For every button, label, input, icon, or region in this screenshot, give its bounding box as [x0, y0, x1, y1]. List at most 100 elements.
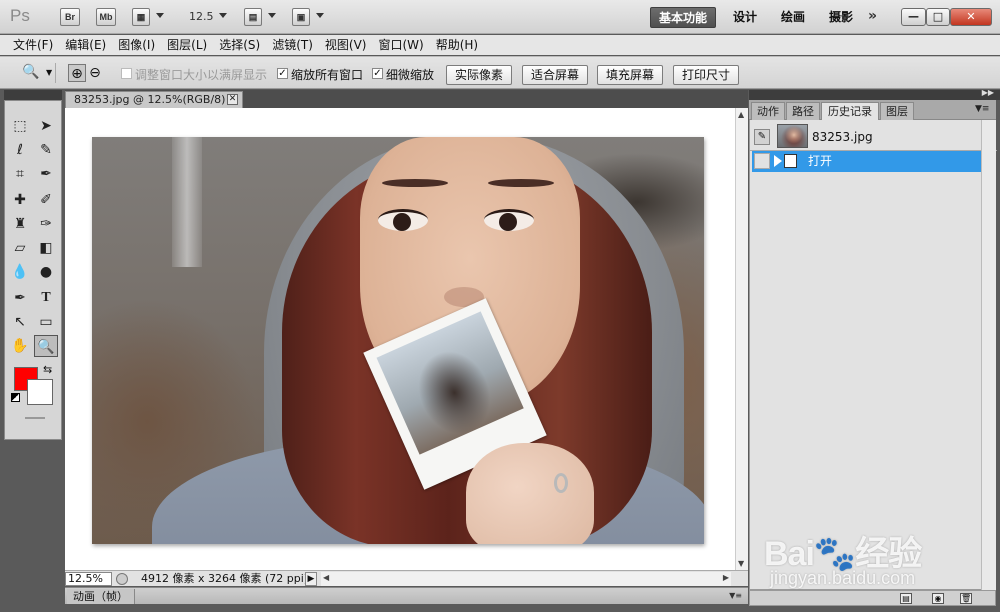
zoom-all-windows-checkbox[interactable]: ✓ [277, 68, 288, 79]
quick-mask-icon[interactable] [25, 417, 45, 419]
gradient-tool-icon[interactable]: ◧ [34, 237, 58, 259]
fill-screen-button[interactable]: 填充屏幕 [597, 65, 663, 85]
arrange-documents-icon[interactable]: ▤ [244, 8, 262, 26]
menu-select[interactable]: 选择(S) [213, 35, 266, 55]
eyedropper-tool-icon[interactable]: ✒ [34, 163, 58, 185]
history-panel-footer: ▤ ◉ 🗑 [749, 590, 996, 606]
application-bar: Ps Br Mb ▦ 12.5 ▤ ▣ 基本功能 设计 绘画 摄影 » — □ … [0, 0, 1000, 34]
menu-file[interactable]: 文件(F) [7, 35, 59, 55]
crop-tool-icon[interactable]: ⌗ [8, 163, 32, 185]
background-color-swatch[interactable] [27, 379, 53, 405]
view-extras-icon[interactable]: ▦ [132, 8, 150, 26]
path-selection-tool-icon[interactable]: ↖ [8, 311, 32, 333]
menu-edit[interactable]: 编辑(E) [59, 35, 112, 55]
shape-tool-icon[interactable]: ▭ [34, 311, 58, 333]
snapshot-thumbnail [777, 124, 808, 148]
status-bar: 12.5% 4912 像素 x 3264 像素 (72 ppi) ▶ ◀ ▶ [65, 570, 748, 586]
screen-mode-icon[interactable]: ▣ [292, 8, 310, 26]
document-tab[interactable]: 83253.jpg @ 12.5%(RGB/8) ✕ [65, 91, 243, 108]
menu-view[interactable]: 视图(V) [319, 35, 373, 55]
type-tool-icon[interactable]: T [34, 287, 58, 309]
launch-minibridge-button[interactable]: Mb [96, 8, 116, 26]
healing-brush-tool-icon[interactable]: ✚ [8, 189, 32, 211]
zoom-in-icon[interactable]: ⊕ [68, 64, 86, 82]
panel-dock-header[interactable]: ▶▶ [749, 88, 1000, 100]
history-snapshot[interactable]: ✎ 83253.jpg [750, 124, 997, 150]
tool-preset-picker[interactable]: 🔍 ▼ [8, 63, 56, 83]
vertical-scrollbar[interactable]: ▲ ▼ [735, 108, 748, 570]
clone-stamp-tool-icon[interactable]: ♜ [8, 213, 32, 235]
history-brush-tool-icon[interactable]: ✑ [34, 213, 58, 235]
workspace-design[interactable]: 设计 [726, 7, 764, 28]
maximize-button[interactable]: □ [926, 8, 950, 26]
default-colors-icon[interactable] [11, 393, 20, 402]
lasso-tool-icon[interactable]: ℓ [8, 139, 32, 161]
animation-panel-bar: 动画（帧） ▼≡ [65, 587, 748, 604]
workspace-essentials[interactable]: 基本功能 [650, 7, 716, 28]
print-size-button[interactable]: 打印尺寸 [673, 65, 739, 85]
tools-panel-header[interactable] [4, 90, 62, 100]
status-menu-icon[interactable]: ▶ [305, 572, 317, 586]
tab-layers[interactable]: 图层 [880, 102, 914, 120]
close-button[interactable]: ✕ [950, 8, 992, 26]
status-zoom-field[interactable]: 12.5% [65, 572, 112, 586]
pen-tool-icon[interactable]: ✒ [8, 287, 32, 309]
horizontal-scrollbar[interactable]: ◀ ▶ [321, 572, 731, 586]
menu-help[interactable]: 帮助(H) [430, 35, 484, 55]
document-tab-title: 83253.jpg @ 12.5%(RGB/8) [74, 93, 226, 106]
history-source-checkbox[interactable] [754, 153, 770, 169]
eraser-tool-icon[interactable]: ▱ [8, 237, 32, 259]
actual-pixels-button[interactable]: 实际像素 [446, 65, 512, 85]
scroll-left-icon[interactable]: ◀ [323, 573, 329, 582]
scroll-up-icon[interactable]: ▲ [738, 110, 744, 119]
resize-windows-checkbox[interactable] [121, 68, 132, 79]
swap-colors-icon[interactable]: ⇆ [43, 363, 52, 376]
menu-window[interactable]: 窗口(W) [372, 35, 429, 55]
panel-tabs: 动作 路径 历史记录 图层 [749, 100, 996, 120]
arrange-dropdown-icon[interactable] [268, 13, 276, 18]
scroll-down-icon[interactable]: ▼ [738, 559, 744, 568]
zoom-out-icon[interactable]: ⊖ [86, 64, 104, 82]
hand-tool-icon[interactable]: ✋ [8, 335, 32, 357]
quick-select-tool-icon[interactable]: ✎ [34, 139, 58, 161]
workspace-painting[interactable]: 绘画 [774, 7, 812, 28]
menu-layer[interactable]: 图层(L) [161, 35, 213, 55]
tab-history[interactable]: 历史记录 [821, 102, 879, 120]
zoom-tool-icon[interactable]: 🔍 [34, 335, 58, 357]
zoom-level-field[interactable]: 12.5 [189, 10, 214, 23]
more-workspaces-icon[interactable]: » [868, 8, 877, 24]
new-snapshot-icon[interactable]: ◉ [932, 593, 944, 604]
document-profile-icon[interactable] [116, 573, 128, 585]
brush-tool-icon[interactable]: ✐ [34, 189, 58, 211]
tab-actions[interactable]: 动作 [751, 102, 785, 120]
blur-tool-icon[interactable]: 💧 [8, 261, 32, 283]
menu-filter[interactable]: 滤镜(T) [266, 35, 319, 55]
options-bar: 🔍 ▼ ⊕ ⊖ 调整窗口大小以满屏显示 ✓ 缩放所有窗口 ✓ 细微缩放 实际像素… [0, 56, 1000, 89]
new-document-from-state-icon[interactable]: ▤ [900, 593, 912, 604]
history-scrollbar[interactable] [981, 120, 996, 590]
zoom-dropdown-icon[interactable] [219, 13, 227, 18]
move-tool-icon[interactable]: ➤ [34, 115, 58, 137]
menu-image[interactable]: 图像(I) [112, 35, 161, 55]
chevron-down-icon: ▼ [46, 68, 53, 77]
screen-mode-dropdown-icon[interactable] [316, 13, 324, 18]
minimize-button[interactable]: — [901, 8, 926, 26]
marquee-tool-icon[interactable]: ⬚ [8, 115, 32, 137]
animation-frames-tab[interactable]: 动画（帧） [67, 589, 135, 604]
workspace-photography[interactable]: 摄影 [822, 7, 860, 28]
history-state-open[interactable]: 打开 [752, 151, 981, 172]
close-icon[interactable]: ✕ [227, 94, 238, 105]
scroll-right-icon[interactable]: ▶ [723, 573, 729, 582]
collapse-panels-icon[interactable]: ▶▶ [982, 88, 994, 97]
scrubby-zoom-checkbox[interactable]: ✓ [372, 68, 383, 79]
panel-menu-icon[interactable]: ▼≡ [975, 104, 989, 114]
history-brush-source-icon[interactable]: ✎ [754, 129, 770, 145]
panel-menu-icon[interactable]: ▼≡ [729, 591, 742, 600]
launch-bridge-button[interactable]: Br [60, 8, 80, 26]
dodge-tool-icon[interactable]: ● [34, 261, 58, 283]
tab-paths[interactable]: 路径 [786, 102, 820, 120]
history-state-label: 打开 [808, 154, 833, 168]
fit-screen-button[interactable]: 适合屏幕 [522, 65, 588, 85]
delete-icon[interactable]: 🗑 [960, 593, 972, 604]
view-extras-dropdown-icon[interactable] [156, 13, 164, 18]
